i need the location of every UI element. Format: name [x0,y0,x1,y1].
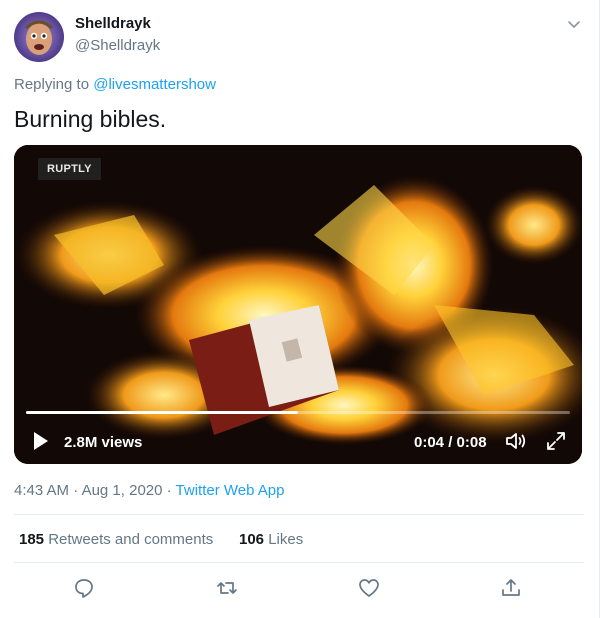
tweet-meta: 4:43 AM · Aug 1, 2020 · Twitter Web App [14,482,285,499]
reply-target-link[interactable]: @livesmattershow [93,76,216,93]
retweets-label: Retweets and comments [48,531,214,548]
divider [14,562,584,563]
chevron-down-icon[interactable] [566,16,582,32]
share-icon[interactable] [499,576,523,600]
video-progress-bar[interactable] [26,411,570,414]
retweets-count: 185 [19,531,45,548]
volume-icon[interactable] [504,430,528,452]
tweet-date[interactable]: Aug 1, 2020 [82,482,163,499]
source-app-link[interactable]: Twitter Web App [176,482,285,499]
video-player[interactable]: RUPTLY 2.8M views 0:04 / 0:08 [14,145,582,464]
likes-count: 106 [239,531,265,548]
replying-to-label: Replying to [14,76,90,93]
avatar[interactable] [14,12,64,62]
meta-separator: · [73,482,79,499]
tweet-text: Burning bibles. [14,106,167,132]
tweet-time[interactable]: 4:43 AM [14,482,69,499]
video-frame [14,145,582,464]
like-icon[interactable] [357,576,381,600]
likes-stat[interactable]: 106 Likes [239,531,303,548]
fullscreen-icon[interactable] [546,431,566,451]
likes-label: Likes [268,531,304,548]
play-icon[interactable] [32,431,50,451]
handle[interactable]: @Shelldrayk [75,37,160,54]
meta-separator: · [166,482,172,499]
replying-to: Replying to @livesmattershow [14,76,216,93]
video-progress-fill [26,411,298,414]
tweet-card: Shelldrayk @Shelldrayk Replying to @live… [0,0,600,618]
display-name[interactable]: Shelldrayk [75,15,151,32]
ruptly-badge: RUPTLY [38,158,101,180]
divider [14,514,584,515]
retweet-icon[interactable] [215,576,239,600]
reply-icon[interactable] [72,576,96,600]
retweets-stat[interactable]: 185 Retweets and comments [19,531,213,548]
video-time: 0:04 / 0:08 [414,434,487,451]
view-count: 2.8M views [64,434,143,451]
